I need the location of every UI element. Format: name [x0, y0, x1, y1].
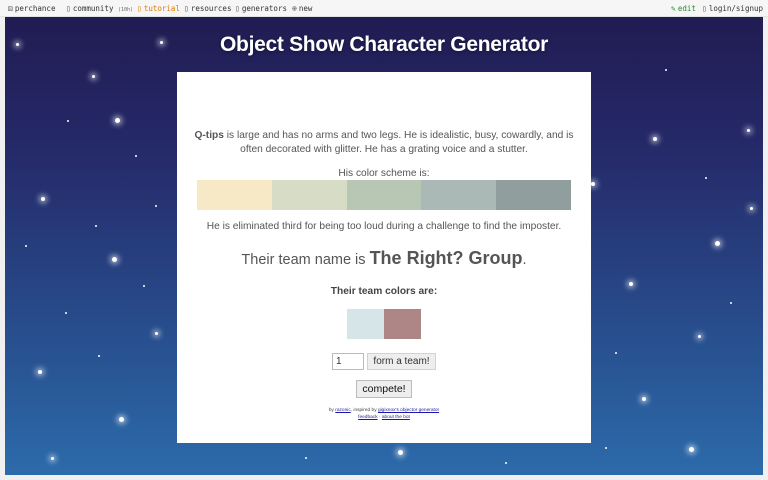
character-description: Q-tips is large and has no arms and two …: [193, 129, 575, 157]
nav-login[interactable]: ▯ login/signup: [702, 4, 763, 13]
star: [98, 355, 100, 357]
star: [591, 182, 595, 186]
star: [41, 197, 45, 201]
generator-card: Q-tips is large and has no arms and two …: [177, 72, 591, 443]
team-color-swatch: [384, 309, 421, 339]
generator-output-frame: Object Show Character Generator Q-tips i…: [5, 17, 763, 475]
nav-perchance-label: perchance: [14, 4, 56, 13]
star: [730, 302, 732, 304]
star: [398, 450, 403, 455]
nav-edit[interactable]: ✎ edit: [671, 4, 696, 13]
nav-new-label: new: [298, 4, 313, 13]
star: [25, 245, 27, 247]
nav-tutorial[interactable]: ▯ tutorial: [137, 4, 180, 13]
community-count: (10h): [117, 7, 134, 13]
user-icon: ▯: [702, 4, 707, 13]
star: [615, 352, 617, 354]
team-count-input[interactable]: [332, 353, 364, 370]
color-scheme-palette: [197, 180, 571, 210]
nav-generators[interactable]: ▯ generators: [235, 4, 287, 13]
credits: by razonic, inspired by gigixnox's objec…: [177, 407, 591, 421]
star: [51, 457, 54, 460]
color-swatch: [197, 180, 272, 210]
chat-icon: ▯: [66, 4, 71, 13]
nav-generators-label: generators: [241, 4, 287, 13]
nav-community[interactable]: ▯ community (10h): [66, 4, 133, 13]
grid-icon: ▯: [235, 4, 240, 13]
nav-resources-label: resources: [190, 4, 232, 13]
character-name: Q-tips: [194, 130, 224, 141]
star: [629, 282, 633, 286]
star: [642, 397, 646, 401]
star: [92, 75, 95, 78]
star: [143, 285, 145, 287]
star: [750, 207, 753, 210]
top-nav-bar: ⚄ perchance ▯ community (10h) ▯ tutorial ▯ r…: [0, 0, 768, 17]
color-scheme-label: His color scheme is:: [338, 168, 430, 179]
star: [65, 312, 67, 314]
star: [119, 417, 124, 422]
feedback-link[interactable]: feedback: [358, 415, 377, 420]
nav-perchance[interactable]: ⚄ perchance: [8, 4, 55, 13]
star: [155, 205, 157, 207]
nav-tutorial-label: tutorial: [143, 4, 180, 13]
book-icon: ▯: [137, 4, 142, 13]
color-swatch: [421, 180, 497, 210]
nav-resources[interactable]: ▯ resources: [184, 4, 231, 13]
elimination-text: He is eliminated third for being too lou…: [206, 221, 562, 232]
star: [653, 137, 657, 141]
star: [305, 457, 307, 459]
star: [747, 129, 750, 132]
nav-login-label: login/signup: [708, 4, 764, 13]
pencil-icon: ✎: [671, 4, 676, 13]
star: [705, 177, 707, 179]
star: [698, 335, 701, 338]
team-name-line: Their team name is The Right? Group.: [177, 248, 591, 269]
inspiration-link[interactable]: gigixnox's objector generator: [378, 408, 439, 413]
team-color-swatch: [347, 309, 384, 339]
color-swatch: [496, 180, 571, 210]
star: [67, 120, 69, 122]
star: [115, 118, 120, 123]
star: [112, 257, 117, 262]
team-name: The Right? Group: [369, 248, 523, 268]
team-colors-palette: [347, 309, 421, 339]
nav-new[interactable]: ⊕ new: [292, 4, 312, 13]
author-link[interactable]: razonic: [335, 408, 350, 413]
team-colors-label: Their team colors are:: [330, 286, 438, 297]
form-team-button[interactable]: form a team!: [367, 353, 436, 370]
star: [715, 241, 720, 246]
credits-inspired: , inspired by: [350, 408, 378, 413]
nav-edit-label: edit: [677, 4, 696, 13]
page-title: Object Show Character Generator: [220, 33, 548, 56]
star: [605, 447, 607, 449]
folder-icon: ▯: [184, 4, 189, 13]
plus-circle-icon: ⊕: [292, 4, 297, 13]
star: [665, 69, 667, 71]
team-name-suffix: .: [522, 252, 527, 268]
nav-community-label: community: [72, 4, 114, 13]
color-swatch: [271, 180, 347, 210]
color-swatch: [346, 180, 422, 210]
star: [95, 225, 97, 227]
team-name-prefix: Their team name is: [241, 252, 370, 268]
star: [135, 155, 137, 157]
star: [155, 332, 158, 335]
about-bot-link[interactable]: about the bot: [382, 415, 410, 420]
compete-button[interactable]: compete!: [356, 380, 412, 398]
dice-icon: ⚄: [8, 4, 13, 13]
star: [689, 447, 694, 452]
star: [505, 462, 507, 464]
character-details: is large and has no arms and two legs. H…: [226, 130, 574, 155]
star: [38, 370, 42, 374]
